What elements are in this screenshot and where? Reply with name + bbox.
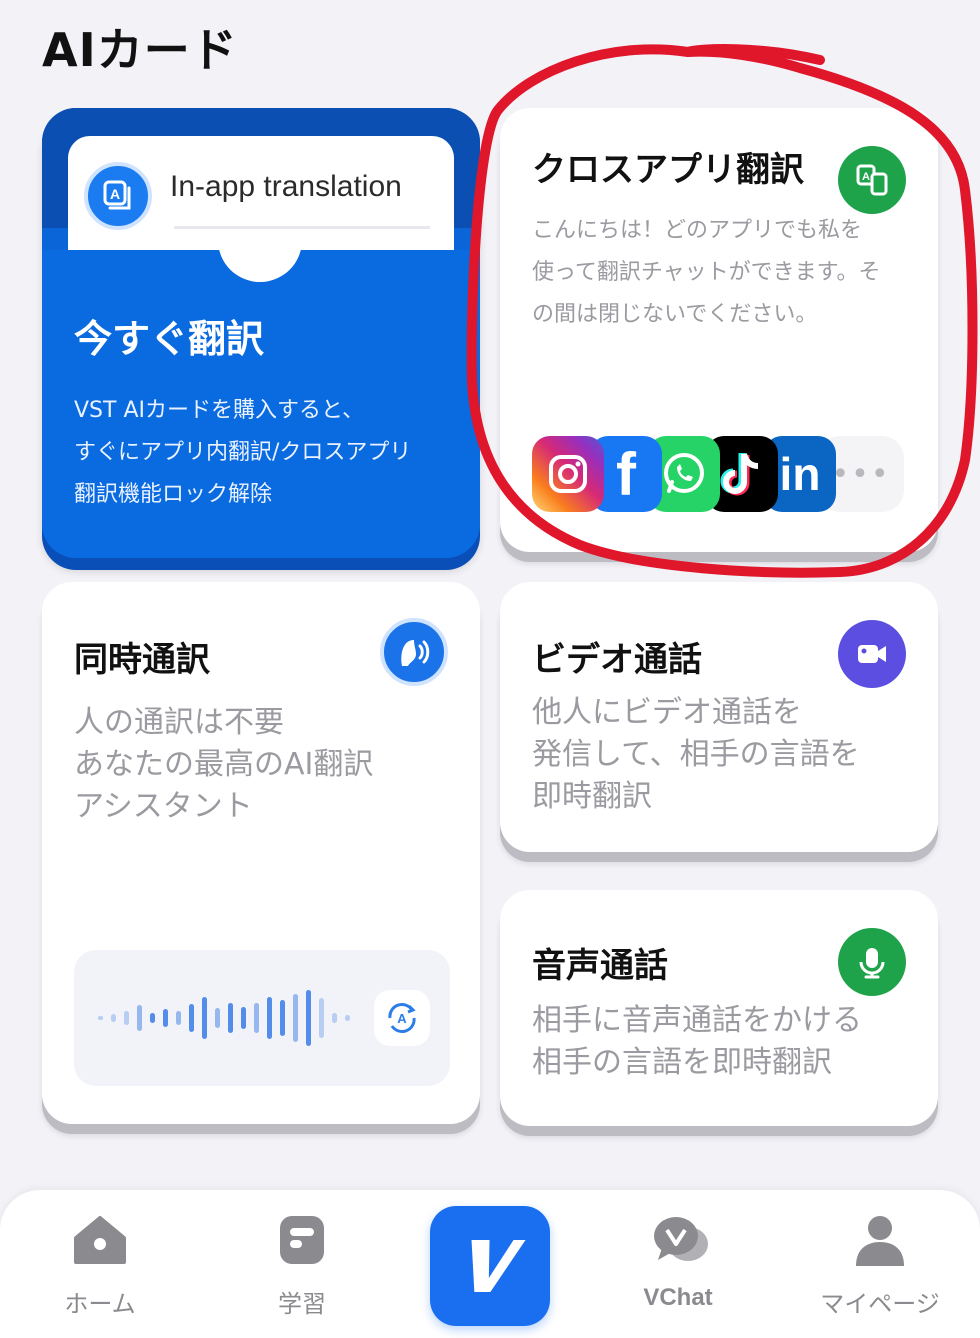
- description-line: 相手の言語を即時翻訳: [532, 1045, 832, 1080]
- waveform-bar: [319, 998, 324, 1038]
- nav-label: VChat: [643, 1284, 713, 1311]
- divider: [174, 226, 430, 229]
- description-line: 発信して、相手の言語を: [532, 737, 860, 772]
- description-line: こんにちは！どのアプリでも私を: [532, 218, 863, 243]
- supported-apps-row: ••• in f: [532, 436, 908, 512]
- instant-translation-title: 今すぐ翻訳: [74, 317, 265, 361]
- description-line: 使って翻訳チャットができます。そ: [532, 260, 881, 285]
- svg-text:A: A: [397, 1011, 407, 1026]
- audio-waveform-preview: A: [74, 950, 450, 1086]
- svg-text:A: A: [862, 171, 870, 183]
- waveform-bar: [306, 990, 311, 1046]
- waveform-bar: [254, 1003, 259, 1033]
- waveform-bar: [176, 1011, 181, 1025]
- waveform-bar: [345, 1015, 350, 1021]
- waveform-bar: [332, 1013, 337, 1023]
- waveform-bar: [241, 1007, 246, 1029]
- waveform-bar: [163, 1009, 168, 1027]
- description-line: 相手に音声通話をかける: [532, 1003, 862, 1038]
- voice-call-card[interactable]: 音声通話 相手に音声通話をかける 相手の言語を即時翻訳: [500, 890, 938, 1126]
- video-call-card[interactable]: ビデオ通話 他人にビデオ通話を 発信して、相手の言語を 即時翻訳: [500, 582, 938, 852]
- waveform-bar: [215, 1008, 220, 1028]
- cross-app-description: こんにちは！どのアプリでも私を 使って翻訳チャットができます。そ の間は閉じない…: [532, 210, 902, 336]
- video-call-description: 他人にビデオ通話を 発信して、相手の言語を 即時翻訳: [532, 692, 860, 818]
- waveform-bar: [267, 997, 272, 1039]
- nav-home[interactable]: ホーム: [20, 1210, 180, 1319]
- waveform-bar: [98, 1016, 103, 1020]
- description-line: あなたの最高のAI翻訳: [74, 747, 374, 782]
- nav-mypage[interactable]: マイページ: [800, 1210, 960, 1319]
- in-app-translation-label: In-app translation: [170, 170, 402, 203]
- svg-text:A: A: [110, 186, 120, 202]
- cross-app-translate-icon: A: [838, 146, 906, 214]
- instagram-icon: [532, 436, 604, 512]
- description-line: 翻訳機能ロック解除: [74, 482, 273, 507]
- v-logo-icon: [471, 1240, 526, 1292]
- instant-translation-card[interactable]: A In-app translation 今すぐ翻訳 VST AIカードを購入す…: [42, 108, 480, 558]
- waveform-bar: [202, 997, 207, 1039]
- card-title: ビデオ通話: [532, 640, 702, 680]
- cross-app-translation-card[interactable]: クロスアプリ翻訳 A こんにちは！どのアプリでも私を 使って翻訳チャットができま…: [500, 108, 938, 552]
- nav-vchat[interactable]: VChat: [598, 1210, 758, 1312]
- waveform-bar: [124, 1011, 129, 1025]
- waveform-bar: [228, 1003, 233, 1033]
- instant-translation-description: VST AIカードを購入すると、 すぐにアプリ内翻訳/クロスアプリ 翻訳機能ロッ…: [74, 390, 411, 516]
- description-line: の間は閉じないでください。: [532, 302, 818, 327]
- voice-call-description: 相手に音声通話をかける 相手の言語を即時翻訳: [532, 1000, 862, 1084]
- home-icon: [70, 1210, 130, 1270]
- bottom-navigation: ホーム 学習 VChat マイページ: [0, 1190, 980, 1338]
- waveform-bar: [150, 1013, 155, 1023]
- card-title: 同時通訳: [74, 640, 210, 680]
- waveform-bar: [137, 1005, 142, 1031]
- card-title: クロスアプリ翻訳: [532, 150, 804, 190]
- page-title: AIカード: [42, 23, 238, 77]
- description-line: 人の通訳は不要: [74, 705, 284, 740]
- translate-audio-icon[interactable]: A: [374, 990, 430, 1046]
- simultaneous-interpretation-card[interactable]: 同時通訳 人の通訳は不要 あなたの最高のAI翻訳 アシスタント A: [42, 582, 480, 1124]
- waveform-bar: [111, 1014, 116, 1022]
- voice-head-icon: [380, 618, 448, 686]
- description-line: 他人にビデオ通話を: [532, 695, 802, 730]
- study-icon: [272, 1210, 332, 1270]
- v-logo-button[interactable]: [430, 1206, 550, 1326]
- description-line: VST AIカードを購入すると、: [74, 398, 365, 423]
- nav-study[interactable]: 学習: [222, 1210, 382, 1319]
- profile-icon: [850, 1210, 910, 1270]
- waveform-bar: [293, 994, 298, 1042]
- nav-label: 学習: [278, 1290, 326, 1318]
- nav-label: マイページ: [820, 1290, 940, 1318]
- description-line: すぐにアプリ内翻訳/クロスアプリ: [74, 440, 412, 465]
- microphone-icon: [838, 928, 906, 996]
- waveform-bar: [189, 1004, 194, 1032]
- description-line: 即時翻訳: [532, 779, 652, 814]
- nav-label: ホーム: [64, 1290, 136, 1318]
- card-title: 音声通話: [532, 946, 668, 986]
- chat-icon: [648, 1210, 708, 1270]
- description-line: アシスタント: [74, 789, 253, 824]
- simultaneous-description: 人の通訳は不要 あなたの最高のAI翻訳 アシスタント: [74, 702, 373, 828]
- waveform-bar: [280, 1000, 285, 1036]
- video-camera-icon: [838, 620, 906, 688]
- translate-icon: A: [84, 162, 152, 230]
